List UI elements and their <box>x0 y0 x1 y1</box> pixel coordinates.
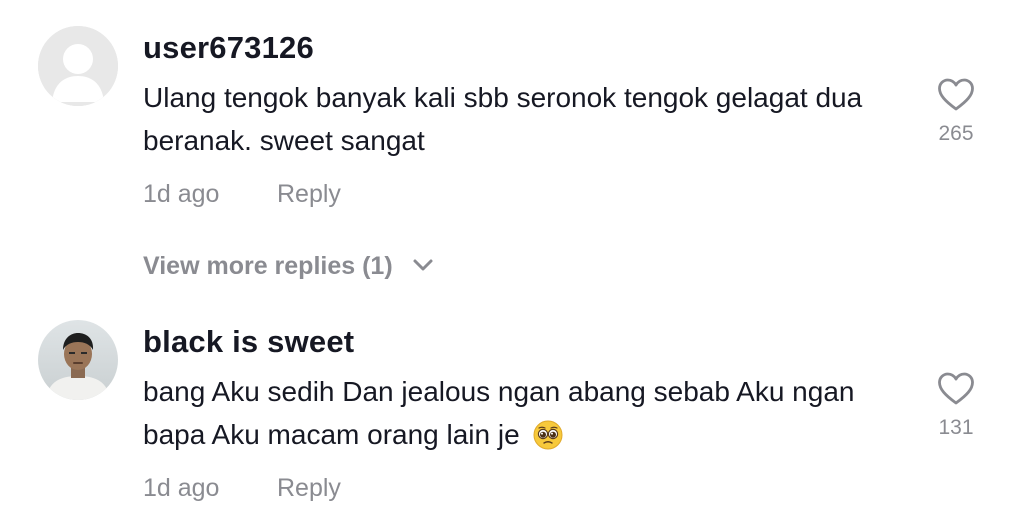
reply-button[interactable]: Reply <box>277 180 341 209</box>
like-control: 265 <box>930 78 982 146</box>
comment-meta: 1d ago Reply <box>143 474 341 503</box>
comment-timestamp: 1d ago <box>143 474 220 502</box>
comment-text-content: bang Aku sedih Dan jealous ngan abang se… <box>143 376 855 450</box>
heart-outline-icon[interactable] <box>937 78 975 112</box>
avatar[interactable] <box>38 26 118 106</box>
comment-username[interactable]: black is sweet <box>143 324 354 360</box>
like-count: 131 <box>938 416 974 439</box>
comment-username[interactable]: user673126 <box>143 30 314 66</box>
view-more-replies-button[interactable]: View more replies (1) <box>143 252 434 281</box>
comment-text: Ulang tengok banyak kali sbb seronok ten… <box>143 82 863 156</box>
comment-thread: user673126 Ulang tengok banyak kali sbb … <box>0 0 1014 518</box>
like-control: 131 <box>930 372 982 440</box>
default-avatar-icon <box>38 26 118 106</box>
comment-text: bang Aku sedih Dan jealous ngan abang se… <box>143 370 903 456</box>
view-more-label: View more replies (1) <box>143 252 393 280</box>
reply-button[interactable]: Reply <box>277 474 341 503</box>
heart-outline-icon[interactable] <box>937 372 975 406</box>
avatar[interactable] <box>38 320 118 400</box>
comment-meta: 1d ago Reply <box>143 180 341 209</box>
pleading-face-emoji <box>533 419 563 450</box>
user-photo-avatar <box>38 320 118 400</box>
chevron-down-icon <box>413 259 433 271</box>
like-count: 265 <box>938 122 974 145</box>
comment-timestamp: 1d ago <box>143 180 220 208</box>
